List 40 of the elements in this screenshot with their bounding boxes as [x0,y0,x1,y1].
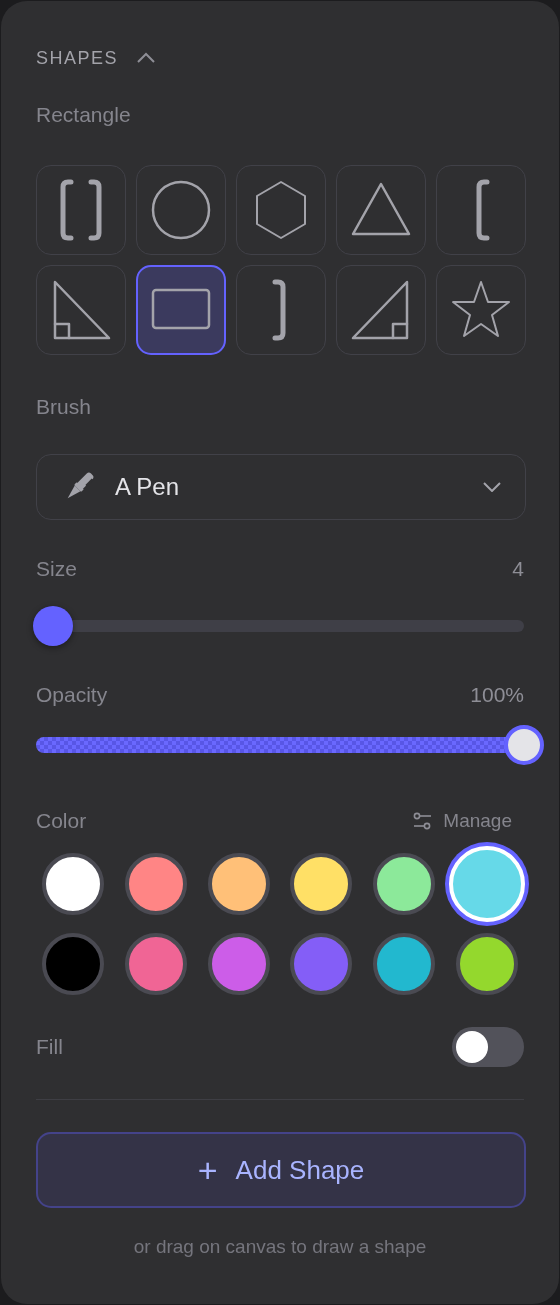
shape-button[interactable] [436,265,526,355]
fill-toggle[interactable] [452,1027,524,1067]
bracket-icon [272,279,286,341]
slider-thumb[interactable] [504,725,544,765]
shape-button[interactable] [136,165,226,255]
shape-button[interactable] [36,265,126,355]
star-icon [452,281,510,337]
shape-button[interactable] [36,165,126,255]
brush-dropdown[interactable]: A Pen [36,454,526,520]
caret-icon[interactable] [136,52,157,64]
rectangle-icon [151,288,211,330]
shape-button[interactable] [336,165,426,255]
bracket-icon [476,179,490,241]
shape-button[interactable] [236,265,326,355]
manage-button[interactable]: Manage [413,810,524,832]
opacity-slider[interactable] [36,725,545,765]
triangle-icon [351,182,411,236]
sliders-icon [413,812,434,830]
brackets-icon [60,179,102,241]
size-value: 4 [512,556,524,582]
shape-button[interactable] [336,265,426,355]
section-title: SHAPES [36,47,119,69]
opacity-value: 100% [470,682,524,708]
size-label: Size [36,556,77,582]
circle-icon [151,180,211,240]
hint-text: or drag on canvas to draw a shape [132,1236,428,1258]
shape-button[interactable] [136,265,226,355]
shape-button[interactable] [436,165,526,255]
color-label: Color [36,808,87,834]
right-triangle-icon [53,280,111,340]
hexagon-icon [256,181,306,239]
shape-button[interactable] [236,165,326,255]
opacity-label: Opacity [36,682,108,708]
right-triangle-icon [351,280,409,340]
shape-name: Rectangle [36,102,132,128]
fill-label: Fill [36,1035,63,1059]
chevron-down-icon [483,482,501,492]
slider-thumb[interactable] [33,606,73,646]
add-shape-button[interactable]: + Add Shape [36,1132,526,1208]
brush-label: Brush [36,394,92,420]
